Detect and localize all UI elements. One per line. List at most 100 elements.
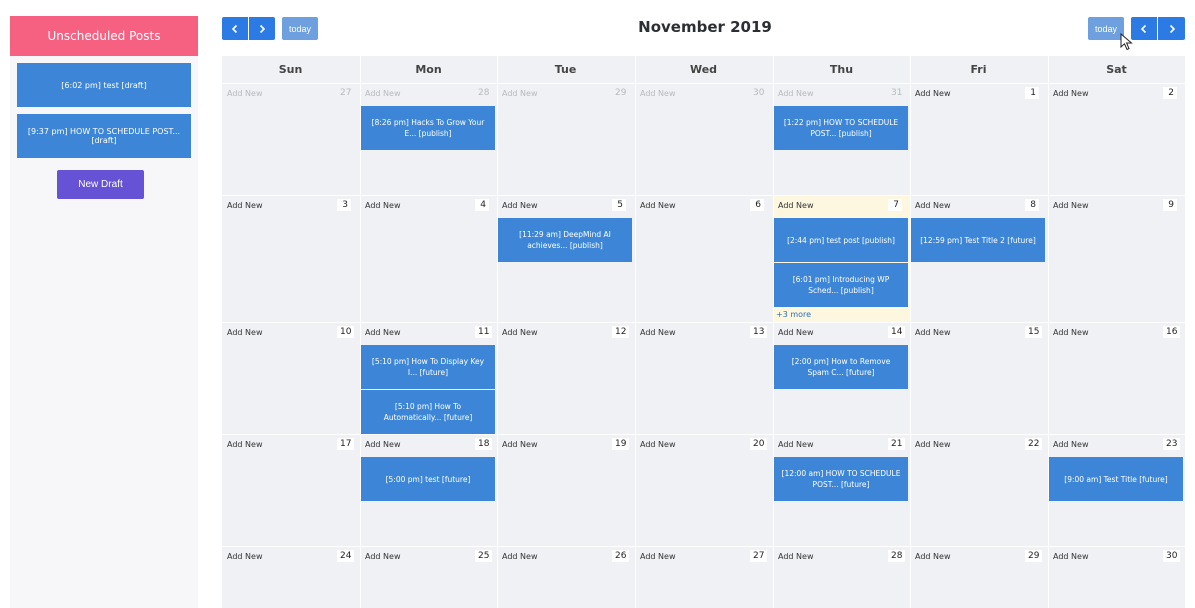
add-new-link[interactable]: Add New [227,552,262,561]
weekday-header: Thu [829,63,854,76]
add-new-link[interactable]: Add New [227,440,262,449]
calendar-title: November 2019 [638,18,772,36]
add-new-link[interactable]: Add New [365,552,400,561]
day-number: 27 [340,88,352,98]
add-new-link[interactable]: Add New [227,201,262,210]
add-new-link[interactable]: Add New [778,440,813,449]
calendar-event[interactable]: [5:10 pm] How To Display Key I... [futur… [361,345,495,389]
today-button-right[interactable]: today [1088,17,1124,40]
day-number: 11 [475,326,493,338]
add-new-link[interactable]: Add New [778,89,813,98]
day-number: 18 [475,438,493,450]
calendar-event[interactable]: [12:00 am] HOW TO SCHEDULE POST... [futu… [774,457,908,501]
new-draft-button[interactable]: New Draft [57,170,144,199]
grid-line [635,56,636,608]
day-number: 31 [891,88,903,98]
add-new-link[interactable]: Add New [365,440,400,449]
day-number: 26 [612,550,630,562]
grid-line [497,56,498,608]
calendar-event[interactable]: [9:00 am] Test Title [future] [1049,457,1183,501]
calendar-event[interactable]: [1:22 pm] HOW TO SCHEDULE POST... [publi… [774,106,908,150]
more-events-link[interactable]: +3 more [776,310,811,319]
add-new-link[interactable]: Add New [778,552,813,561]
calendar-event[interactable]: [12:59 pm] Test Title 2 [future] [911,218,1045,262]
chevron-right-icon [1169,24,1175,33]
today-button[interactable]: today [282,17,318,40]
weekday-header: Mon [415,63,442,76]
calendar-event[interactable]: [2:44 pm] test post [publish] [774,218,908,262]
add-new-link[interactable]: Add New [640,89,675,98]
add-new-link[interactable]: Add New [1053,328,1088,337]
weekday-header: Fri [970,63,987,76]
add-new-link[interactable]: Add New [778,328,813,337]
prev-month-button-right[interactable] [1131,17,1157,40]
day-number: 4 [475,199,489,211]
calendar-event[interactable]: [6:01 pm] Introducing WP Sched... [publi… [774,263,908,307]
add-new-link[interactable]: Add New [640,440,675,449]
add-new-link[interactable]: Add New [502,552,537,561]
add-new-link[interactable]: Add New [502,440,537,449]
add-new-link[interactable]: Add New [915,201,950,210]
add-new-link[interactable]: Add New [640,552,675,561]
next-month-button-right[interactable] [1158,17,1185,40]
add-new-link[interactable]: Add New [915,89,950,98]
draft-post-card[interactable]: [9:37 pm] HOW TO SCHEDULE POST... [draft… [17,114,191,158]
unscheduled-sidebar: Unscheduled Posts [6:02 pm] test [draft]… [10,16,198,608]
add-new-link[interactable]: Add New [778,201,813,210]
day-number: 28 [478,88,490,98]
add-new-link[interactable]: Add New [365,201,400,210]
add-new-link[interactable]: Add New [227,328,262,337]
day-number: 14 [888,326,906,338]
add-new-link[interactable]: Add New [502,89,537,98]
chevron-right-icon [259,24,266,33]
calendar-event[interactable]: [8:26 pm] Hacks To Grow Your E... [publi… [361,106,495,150]
chevron-left-icon [1140,24,1147,33]
add-new-link[interactable]: Add New [1053,440,1088,449]
day-number: 12 [612,326,630,338]
day-number: 21 [888,438,906,450]
day-number: 30 [1163,550,1181,562]
add-new-link[interactable]: Add New [502,201,537,210]
add-new-link[interactable]: Add New [640,201,675,210]
add-new-link[interactable]: Add New [365,89,400,98]
add-new-link[interactable]: Add New [227,89,262,98]
grid-line [910,56,911,608]
add-new-link[interactable]: Add New [915,552,950,561]
weekday-header: Sat [1106,63,1127,76]
prev-month-button[interactable] [222,17,248,40]
day-number: 23 [1163,438,1181,450]
chevron-left-icon [231,24,238,33]
day-number: 25 [475,550,493,562]
day-number: 15 [1025,326,1043,338]
calendar-event[interactable]: [5:00 pm] test [future] [361,457,495,501]
add-new-link[interactable]: Add New [502,328,537,337]
grid-line [222,195,1185,196]
add-new-link[interactable]: Add New [1053,552,1088,561]
next-month-button[interactable] [249,17,275,40]
calendar-event[interactable]: [2:00 pm] How to Remove Spam C... [futur… [774,345,908,389]
day-number: 2 [1163,87,1177,99]
month-calendar-grid: Sun Mon Tue Wed Thu Fri Sat Add New 27 Add New 28 A… [222,56,1185,608]
day-number: 10 [337,326,355,338]
grid-line [222,546,1185,547]
add-new-link[interactable]: Add New [365,328,400,337]
grid-line [222,83,1185,84]
weekday-header: Tue [554,63,577,76]
add-new-link[interactable]: Add New [915,440,950,449]
weekday-header: Wed [689,63,718,76]
add-new-link[interactable]: Add New [915,328,950,337]
weekday-header: Sun [278,63,303,76]
day-number: 29 [615,88,627,98]
day-number: 1 [1025,87,1039,99]
add-new-link[interactable]: Add New [1053,201,1088,210]
add-new-link[interactable]: Add New [1053,89,1088,98]
day-number: 27 [750,550,768,562]
day-number: 20 [750,438,768,450]
calendar-event[interactable]: [11:29 am] DeepMind AI achieves... [publ… [498,218,632,262]
calendar-event[interactable]: [5:10 pm] How To Automatically... [futur… [361,390,495,434]
add-new-link[interactable]: Add New [640,328,675,337]
draft-post-card[interactable]: [6:02 pm] test [draft] [17,63,191,107]
day-number: 16 [1163,326,1181,338]
day-number: 8 [1025,199,1039,211]
grid-line [222,434,1185,435]
